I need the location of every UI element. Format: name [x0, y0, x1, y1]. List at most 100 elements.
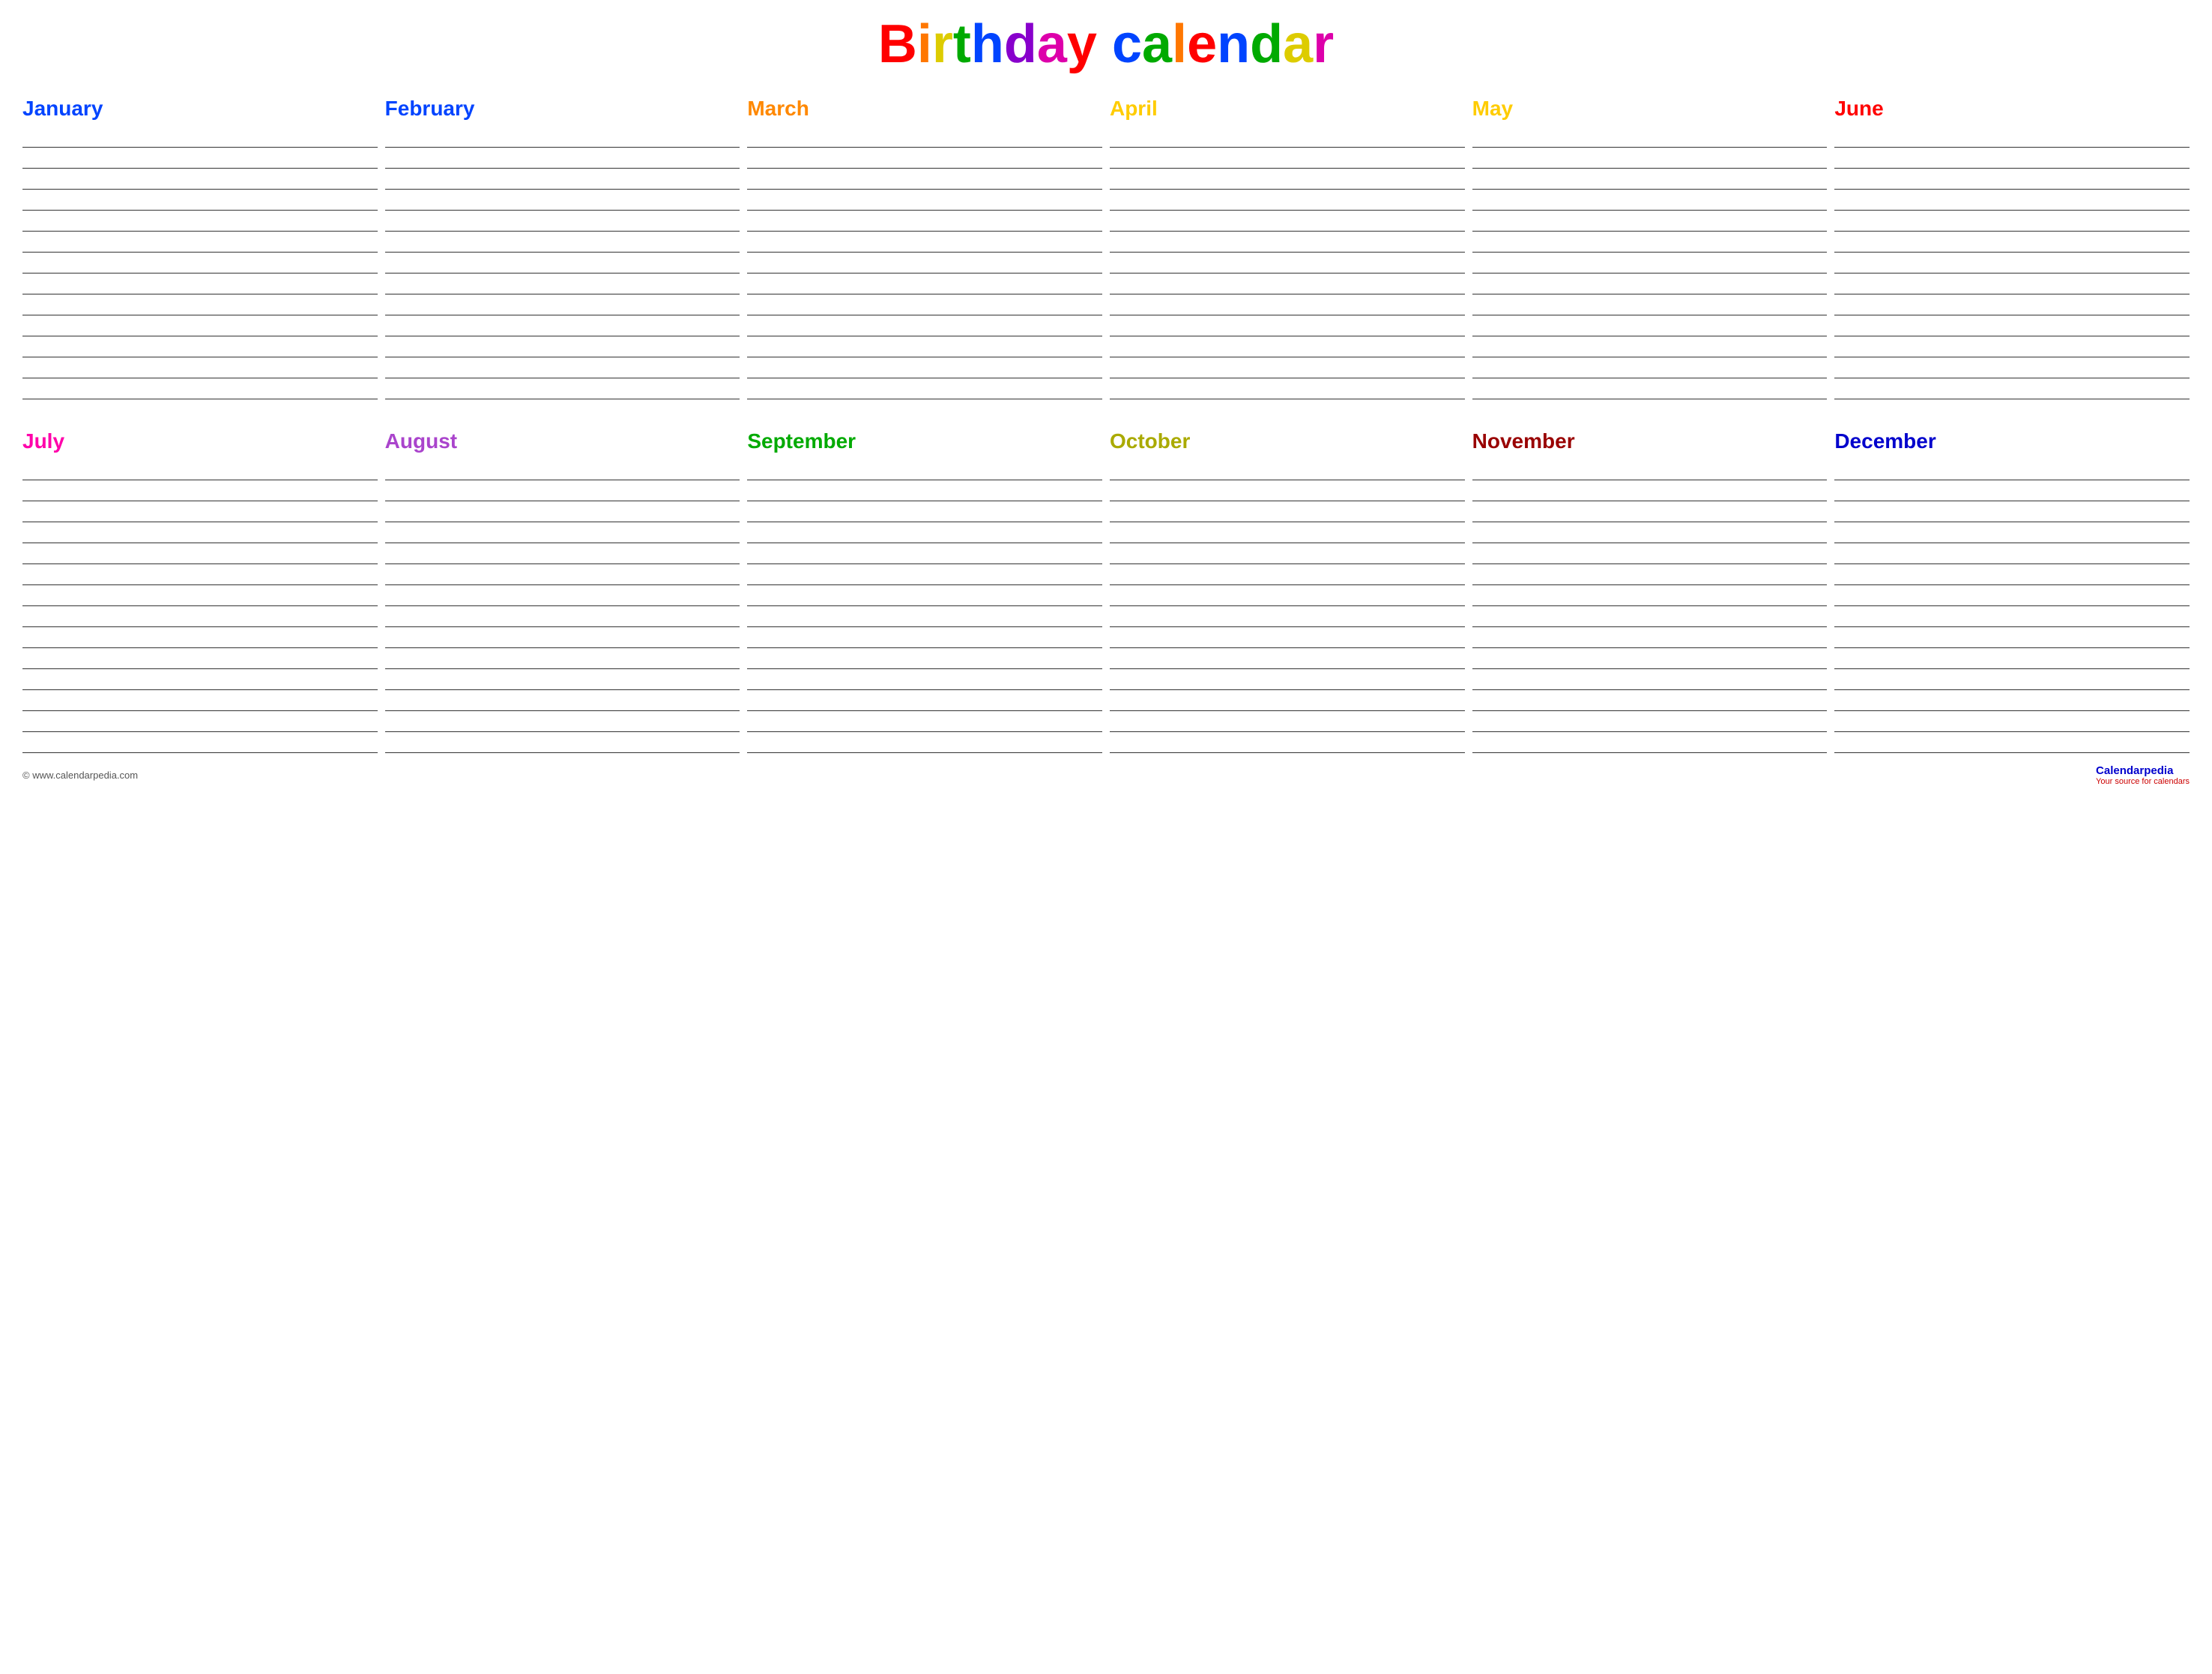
line [22, 253, 378, 274]
line [385, 669, 740, 690]
line [1472, 669, 1828, 690]
page-title: Birthday calendar [22, 15, 2190, 74]
brand-name: Calendarpedia [2096, 764, 2173, 777]
line [1472, 357, 1828, 378]
line [747, 190, 1102, 211]
line [747, 711, 1102, 732]
lines-september [747, 459, 1102, 753]
line [1110, 253, 1465, 274]
line [1110, 585, 1465, 606]
line [747, 606, 1102, 627]
line [1110, 336, 1465, 357]
line [1110, 501, 1465, 522]
month-column-may: May [1472, 97, 1828, 399]
line [1834, 315, 2190, 336]
line [1110, 294, 1465, 315]
line [1110, 606, 1465, 627]
line [1834, 357, 2190, 378]
line [22, 294, 378, 315]
line [747, 522, 1102, 543]
month-column-december: December [1834, 429, 2190, 753]
line [1472, 190, 1828, 211]
line [1834, 211, 2190, 232]
line [22, 501, 378, 522]
line [1834, 690, 2190, 711]
line [1472, 378, 1828, 399]
line [1472, 232, 1828, 253]
line [1110, 378, 1465, 399]
line [385, 648, 740, 669]
line [1472, 459, 1828, 480]
line [22, 232, 378, 253]
line [1834, 253, 2190, 274]
section-gap [22, 399, 2190, 429]
line [1472, 274, 1828, 294]
line [747, 564, 1102, 585]
line [22, 169, 378, 190]
line [385, 543, 740, 564]
line [385, 357, 740, 378]
line [385, 480, 740, 501]
line [1472, 690, 1828, 711]
line [22, 378, 378, 399]
line [747, 294, 1102, 315]
line [1834, 480, 2190, 501]
line [1110, 357, 1465, 378]
line [22, 357, 378, 378]
line [747, 253, 1102, 274]
line [22, 711, 378, 732]
line [1110, 148, 1465, 169]
footer-right: Calendarpedia Your source for calendars [2096, 764, 2190, 786]
line [1110, 459, 1465, 480]
line [22, 690, 378, 711]
line [1834, 127, 2190, 148]
line [385, 127, 740, 148]
line [1834, 336, 2190, 357]
line [1834, 294, 2190, 315]
line [1834, 711, 2190, 732]
month-name-march: March [747, 97, 1102, 121]
line [747, 357, 1102, 378]
line [22, 190, 378, 211]
month-column-july: July [22, 429, 378, 753]
brand-sub: Your source for calendars [2096, 777, 2190, 786]
line [22, 522, 378, 543]
line [22, 480, 378, 501]
line [1472, 148, 1828, 169]
line [385, 732, 740, 753]
line [1834, 232, 2190, 253]
line [1834, 459, 2190, 480]
line [1110, 190, 1465, 211]
line [1110, 315, 1465, 336]
line [747, 232, 1102, 253]
line [385, 459, 740, 480]
month-name-july: July [22, 429, 378, 453]
line [1110, 627, 1465, 648]
line [747, 169, 1102, 190]
line [747, 211, 1102, 232]
line [747, 627, 1102, 648]
line [22, 315, 378, 336]
line [1110, 564, 1465, 585]
line [1472, 606, 1828, 627]
line [1472, 336, 1828, 357]
line [1834, 148, 2190, 169]
line [1110, 169, 1465, 190]
calendar-grid: JanuaryFebruaryMarchAprilMayJuneJulyAugu… [22, 97, 2190, 753]
line [1834, 378, 2190, 399]
line [1110, 669, 1465, 690]
line [1472, 253, 1828, 274]
line [385, 211, 740, 232]
line [747, 501, 1102, 522]
line [1472, 732, 1828, 753]
line [1834, 190, 2190, 211]
month-column-april: April [1110, 97, 1465, 399]
line [1472, 711, 1828, 732]
lines-december [1834, 459, 2190, 753]
line [385, 232, 740, 253]
line [1110, 211, 1465, 232]
month-column-march: March [747, 97, 1102, 399]
month-name-december: December [1834, 429, 2190, 453]
line [1472, 543, 1828, 564]
line [1110, 732, 1465, 753]
